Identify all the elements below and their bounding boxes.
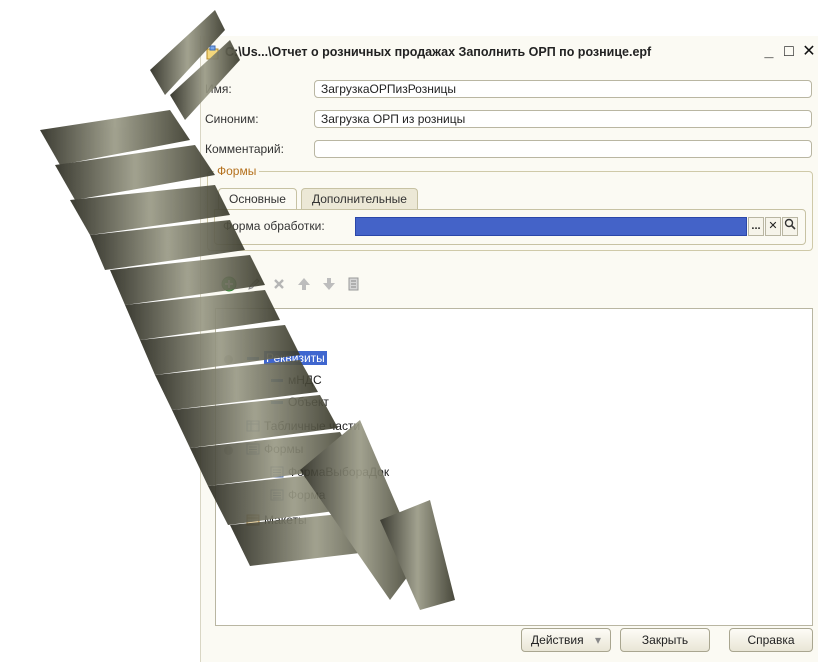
form-processing-field[interactable] [355, 217, 747, 236]
select-form-button[interactable]: ... [748, 217, 764, 236]
delete-icon[interactable] [271, 276, 287, 292]
tree-node-label: мНДС [288, 373, 322, 387]
move-down-icon[interactable] [321, 276, 337, 292]
edit-icon[interactable] [246, 276, 262, 292]
tree-node-label: Форма [288, 488, 326, 502]
comment-field[interactable] [314, 140, 812, 158]
help-button[interactable]: Справка [729, 628, 813, 652]
form-icon [270, 489, 284, 501]
synonym-row: Синоним: [201, 109, 313, 129]
attribute-icon [271, 379, 283, 382]
name-row: Имя: [201, 79, 313, 99]
window-title: C:\Us...\Отчет о розничных продажах Запо… [225, 45, 652, 59]
tree-node-tabular-parts[interactable]: Табличные части [246, 417, 360, 435]
expander-requisites[interactable] [224, 355, 233, 364]
form-processing-label: Форма обработки: [223, 219, 325, 233]
chevron-down-icon: ▾ [594, 633, 601, 647]
table-icon [246, 420, 260, 432]
tree-node-templates[interactable]: Макеты [246, 511, 307, 529]
tree-node-forms[interactable]: Формы [246, 440, 303, 458]
comment-row: Комментарий: [201, 139, 313, 159]
move-up-icon[interactable] [296, 276, 312, 292]
tree-node-label: Макеты [264, 513, 307, 527]
tree-node-label: Объект [288, 395, 329, 409]
tree-node-label: ФормаВыбораДок [288, 465, 390, 479]
template-icon [246, 514, 260, 526]
form-icon [270, 466, 284, 478]
close-window-button[interactable]: ✕ [799, 44, 818, 60]
actions-button-label: Действия [531, 633, 584, 647]
magnifier-icon [784, 218, 796, 230]
tree-node-object[interactable]: Объект [270, 393, 329, 411]
tab-additional[interactable]: Дополнительные [300, 188, 418, 209]
title-bar[interactable]: C:\Us...\Отчет о розничных продажах Запо… [201, 36, 818, 68]
tree-node-label: Реквизиты [264, 351, 327, 365]
clear-form-button[interactable]: ✕ [765, 217, 781, 236]
tree-node-label: Формы [264, 442, 304, 456]
expander-forms[interactable] [224, 446, 233, 455]
metadata-tree[interactable]: Реквизиты мНДС Объект Табличные части Фо… [215, 308, 813, 626]
tree-node-select-form[interactable]: ФормаВыбораДок [270, 463, 389, 481]
tab-main[interactable]: Основные [218, 188, 297, 211]
attribute-icon [271, 401, 283, 404]
synonym-label: Синоним: [205, 112, 259, 126]
synonym-field[interactable]: Загрузка ОРП из розницы [314, 110, 812, 128]
forms-group-legend: Формы [214, 164, 260, 178]
forms-group: Формы Основные Дополнительные Форма обра… [207, 164, 813, 251]
comment-label: Комментарий: [205, 142, 284, 156]
minimize-button[interactable]: _ [759, 44, 779, 60]
open-form-button[interactable] [782, 217, 798, 236]
main-tab-panel: Форма обработки: ... ✕ [214, 209, 806, 245]
attribute-icon [247, 357, 259, 360]
tree-node-requisites[interactable]: Реквизиты [246, 349, 327, 367]
tree-node-form[interactable]: Форма [270, 486, 325, 504]
tree-node-mnds[interactable]: мНДС [270, 371, 322, 389]
name-label: Имя: [205, 82, 232, 96]
sort-icon[interactable] [346, 276, 362, 292]
maximize-button[interactable]: □ [779, 44, 799, 60]
forms-tabs: Основные Дополнительные [218, 188, 422, 211]
close-button[interactable]: Закрыть [620, 628, 710, 652]
actions-button[interactable]: Действия ▾ [521, 628, 611, 652]
name-field[interactable]: ЗагрузкаОРПизРозницы [314, 80, 812, 98]
tree-toolbar [221, 276, 371, 292]
processing-icon [206, 45, 219, 60]
form-icon [246, 443, 260, 455]
tree-node-label: Табличные части [264, 419, 361, 433]
add-icon[interactable] [221, 276, 237, 292]
processing-window: C:\Us...\Отчет о розничных продажах Запо… [200, 36, 818, 662]
